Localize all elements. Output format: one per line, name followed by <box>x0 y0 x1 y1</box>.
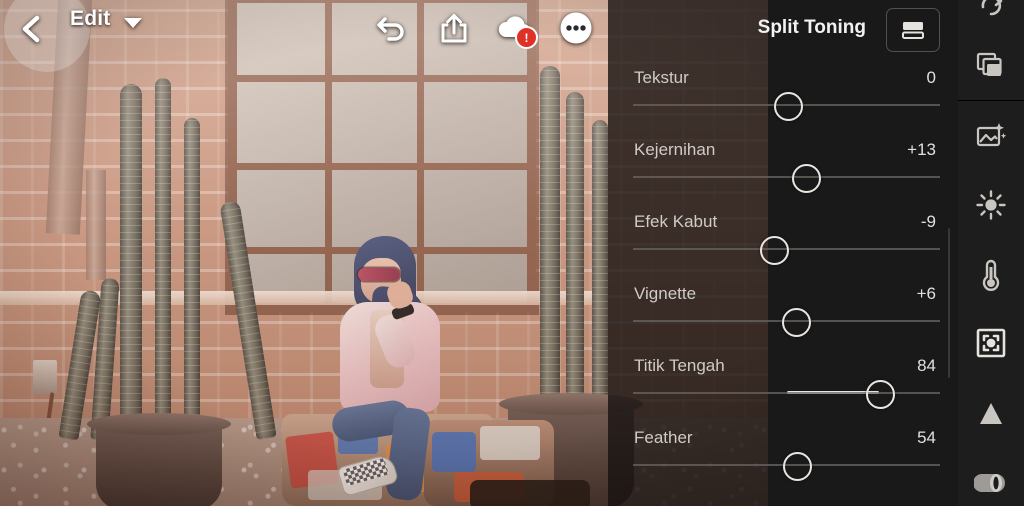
slider-label: Efek Kabut <box>634 212 718 231</box>
slider-row[interactable]: Efek Kabut -9 <box>608 204 958 276</box>
cactus-arm <box>155 78 171 436</box>
cactus-arm <box>120 84 142 436</box>
rotate-crop-icon <box>981 0 1003 16</box>
lightroom-mobile-editor: Edit ! Split Toning Tekstur 0 Kejernihan… <box>0 0 1024 506</box>
adjustment-panel: Split Toning Tekstur 0 Kejernihan +13 Efek K… <box>608 0 958 506</box>
slider-row[interactable]: Tekstur 0 <box>608 60 958 132</box>
slider-label: Vignette <box>634 284 697 303</box>
slider-label: Tekstur <box>634 68 689 87</box>
thermometer-color-icon <box>982 259 1000 291</box>
cloud-status-button[interactable]: ! <box>494 10 538 49</box>
slider-label: Kejernihan <box>634 140 716 159</box>
rail-item-color[interactable] <box>958 242 1024 308</box>
tool-rail <box>958 0 1024 506</box>
top-toolbar: Edit ! <box>0 0 958 72</box>
undo-icon <box>377 17 404 41</box>
rail-item-effects[interactable] <box>958 310 1024 376</box>
slider-row[interactable]: Kejernihan +13 <box>608 132 958 204</box>
share-upload-icon <box>441 14 467 43</box>
cactus-arm <box>184 118 200 436</box>
slider-label: Titik Tengah <box>634 356 725 375</box>
foreground-object <box>470 480 590 506</box>
rail-item-light[interactable] <box>958 172 1024 238</box>
rail-divider <box>958 100 1024 101</box>
undo-button[interactable] <box>372 8 412 48</box>
slider-handle[interactable] <box>783 452 813 481</box>
slider-handle[interactable] <box>866 380 896 409</box>
slider-value: 54 <box>917 428 936 447</box>
detail-triangle-icon <box>980 403 1002 424</box>
page-title: Edit <box>70 7 111 30</box>
presets-stack-icon <box>976 52 1002 76</box>
cloud-alert-badge: ! <box>515 26 538 49</box>
more-dots-icon <box>560 12 592 44</box>
slider-value: +13 <box>907 140 936 159</box>
chevron-down-icon[interactable] <box>124 18 142 28</box>
rail-item-presets[interactable] <box>958 33 1024 99</box>
effects-frame-icon <box>976 328 1006 358</box>
wall-pipe-lower <box>86 170 106 280</box>
cactus-arm <box>592 120 608 414</box>
slider-row[interactable]: Titik Tengah 84 <box>608 348 958 420</box>
slider-handle[interactable] <box>792 164 822 193</box>
slider-row[interactable]: Vignette +6 <box>608 276 958 348</box>
sun-light-icon <box>976 190 1006 220</box>
slider-value: +6 <box>916 284 936 303</box>
slider-handle[interactable] <box>781 308 811 337</box>
back-button[interactable] <box>8 6 54 52</box>
slider-handle[interactable] <box>774 92 803 121</box>
wall-outlet <box>33 360 57 394</box>
rail-item-auto-enhance[interactable] <box>958 103 1024 169</box>
cactus-arm <box>566 92 584 414</box>
slider-label: Feather <box>634 428 693 447</box>
more-options-button[interactable] <box>556 8 596 48</box>
panel-scrollbar[interactable] <box>948 228 950 378</box>
slider-track[interactable] <box>633 176 940 178</box>
slider-row[interactable]: Feather 54 <box>608 420 958 492</box>
slider-value: 84 <box>917 356 936 375</box>
slider-handle[interactable] <box>760 236 790 265</box>
rail-item-optics[interactable] <box>958 450 1024 506</box>
person-subject <box>318 236 458 502</box>
plant-pot-left <box>87 413 231 506</box>
auto-enhance-icon <box>976 123 1007 147</box>
rail-item-detail[interactable] <box>958 380 1024 446</box>
optics-lens-icon <box>974 474 1005 492</box>
share-button[interactable] <box>434 7 474 49</box>
cactus-arm <box>540 66 560 414</box>
slider-value: 0 <box>926 68 936 87</box>
back-chevron-icon <box>22 15 40 43</box>
slider-value: -9 <box>920 212 936 231</box>
